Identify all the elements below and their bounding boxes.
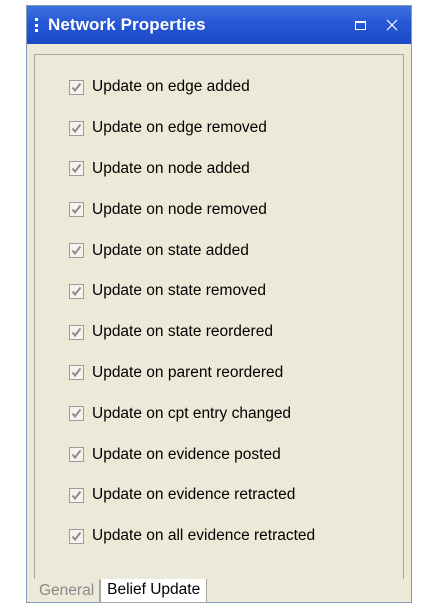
checkbox[interactable] xyxy=(69,365,84,381)
maximize-icon xyxy=(354,20,366,30)
close-icon xyxy=(386,19,398,31)
option-node-removed[interactable]: Update on node removed xyxy=(69,189,315,230)
checkmark-icon xyxy=(71,205,82,215)
option-node-added[interactable]: Update on node added xyxy=(69,149,315,190)
option-label: Update on state added xyxy=(92,241,249,259)
option-label: Update on parent reordered xyxy=(92,363,284,381)
window-title: Network Properties xyxy=(48,15,206,34)
network-properties-panel: Network Properties Update on edge added … xyxy=(26,5,412,603)
checkmark-icon xyxy=(71,449,82,460)
tab-strip: General Belief Update xyxy=(34,579,208,603)
checkmark-icon xyxy=(71,245,82,256)
checkbox[interactable] xyxy=(69,243,84,259)
checkmark-icon xyxy=(71,286,82,296)
checkbox[interactable] xyxy=(69,447,84,463)
option-label: Update on evidence posted xyxy=(92,445,281,463)
checkmark-icon xyxy=(71,368,82,378)
checkmark-icon xyxy=(71,123,82,133)
checkmark-icon xyxy=(71,531,82,541)
checkbox[interactable] xyxy=(69,283,84,299)
checkbox[interactable] xyxy=(69,79,84,95)
checkbox[interactable] xyxy=(69,406,84,422)
belief-update-page: Update on edge added Update on edge remo… xyxy=(34,54,404,579)
checkmark-icon xyxy=(71,409,82,419)
drag-grip-icon[interactable] xyxy=(35,18,38,32)
option-state-added[interactable]: Update on state added xyxy=(69,230,315,271)
option-label: Update on all evidence retracted xyxy=(92,527,316,545)
maximize-button[interactable] xyxy=(347,14,373,36)
option-evidence-retracted[interactable]: Update on evidence retracted xyxy=(69,475,315,516)
checkmark-icon xyxy=(71,164,82,174)
tab-belief-update[interactable]: Belief Update xyxy=(100,579,208,603)
option-label: Update on node added xyxy=(92,159,250,177)
checkbox[interactable] xyxy=(69,202,84,218)
checkbox[interactable] xyxy=(69,487,84,503)
tab-general[interactable]: General xyxy=(34,580,101,602)
option-parent-reordered[interactable]: Update on parent reordered xyxy=(69,353,315,394)
options-list: Update on edge added Update on edge remo… xyxy=(69,67,315,557)
option-label: Update on node removed xyxy=(92,200,267,218)
option-label: Update on state reordered xyxy=(92,323,273,341)
option-label: Update on edge removed xyxy=(92,119,267,137)
checkbox[interactable] xyxy=(69,528,84,544)
checkmark-icon xyxy=(71,490,82,500)
checkbox[interactable] xyxy=(69,120,84,136)
checkmark-icon xyxy=(71,327,82,337)
option-label: Update on cpt entry changed xyxy=(92,404,292,422)
option-edge-added[interactable]: Update on edge added xyxy=(69,67,315,108)
option-label: Update on edge added xyxy=(92,78,250,96)
option-state-removed[interactable]: Update on state removed xyxy=(69,271,315,312)
close-button[interactable] xyxy=(379,14,405,36)
checkbox[interactable] xyxy=(69,324,84,340)
option-state-reordered[interactable]: Update on state reordered xyxy=(69,312,315,353)
title-bar[interactable]: Network Properties xyxy=(27,6,411,44)
option-all-evidence-retracted[interactable]: Update on all evidence retracted xyxy=(69,516,315,557)
option-edge-removed[interactable]: Update on edge removed xyxy=(69,108,315,149)
checkmark-icon xyxy=(71,82,82,92)
checkbox[interactable] xyxy=(69,161,84,177)
option-label: Update on state removed xyxy=(92,282,267,300)
option-evidence-posted[interactable]: Update on evidence posted xyxy=(69,434,315,475)
option-cpt-entry-changed[interactable]: Update on cpt entry changed xyxy=(69,393,315,434)
option-label: Update on evidence retracted xyxy=(92,486,296,504)
